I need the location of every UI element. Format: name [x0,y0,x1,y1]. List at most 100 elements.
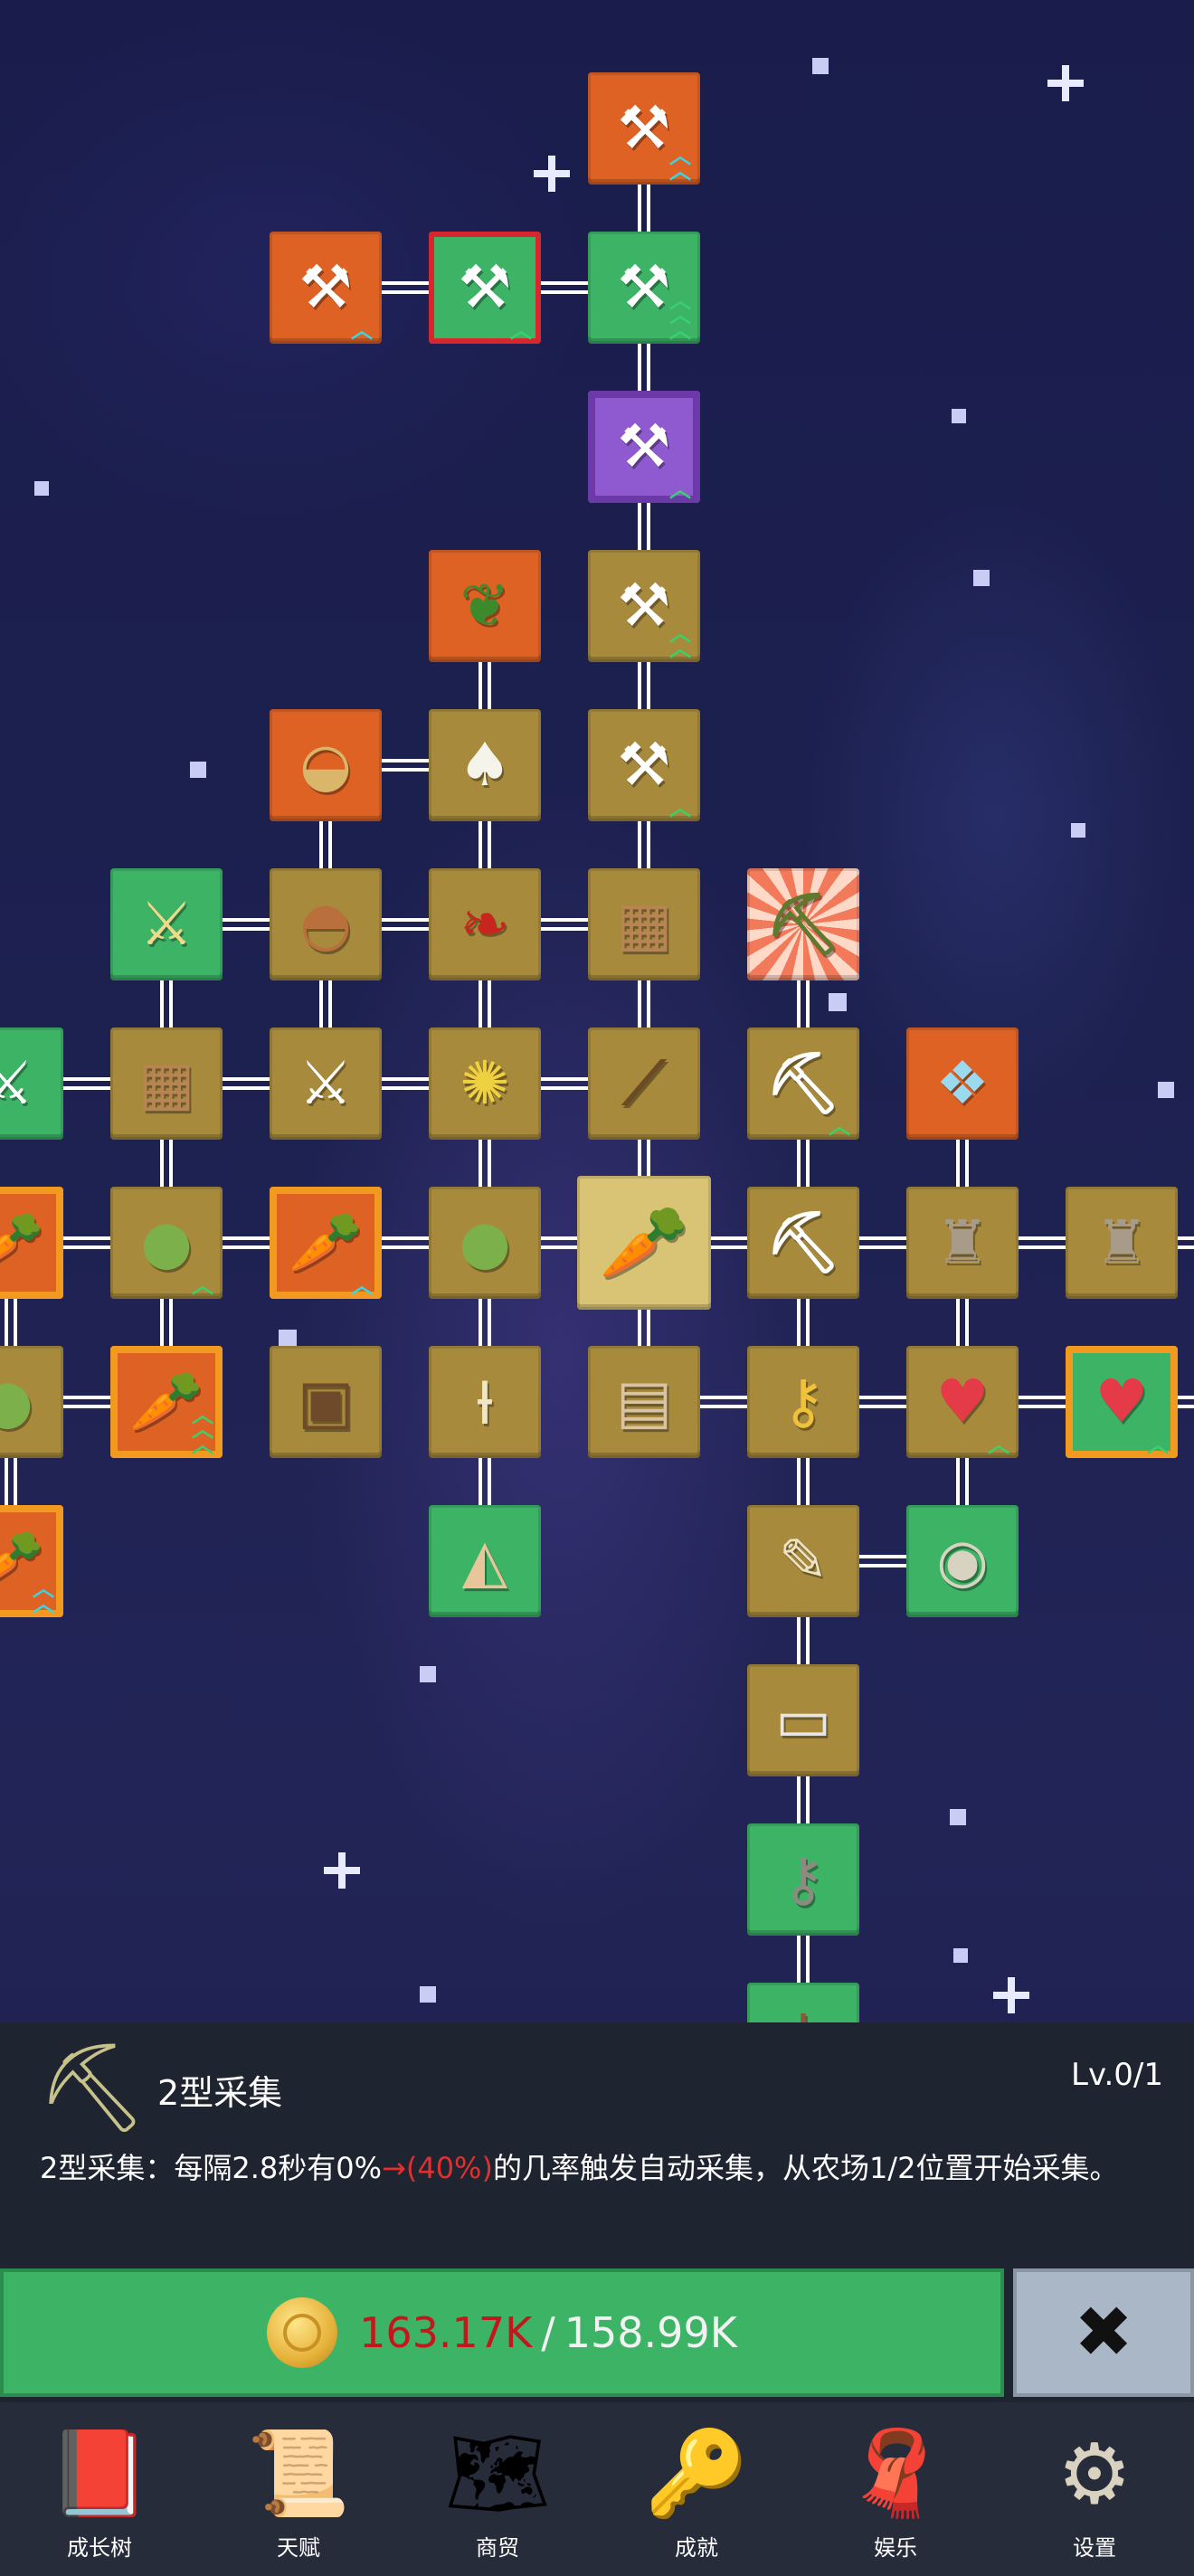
upgrade-cost: 163.17K [359,2308,533,2357]
skill-node-backpack[interactable]: ▦ [588,868,700,980]
skill-node-pizza[interactable]: ◭ [429,1505,541,1617]
connector [60,1077,114,1090]
close-x-icon: ✖ [1074,2292,1133,2373]
skill-node-fossil[interactable]: ◉ [906,1505,1019,1617]
skill-node-carrot-selected[interactable]: 🥕 [577,1176,711,1310]
fishing-rod-icon: ⟋ [622,1048,666,1118]
tab-talent[interactable]: 📜 天赋 [199,2402,398,2576]
chili-icon: ❧ [460,889,510,959]
sword-icon: ⚔ [0,1048,34,1118]
chevron-up-icon: ︿ [351,317,373,344]
skill-node-cabbage[interactable]: ● [0,1346,63,1458]
connector [319,977,332,1035]
skill-node-shovel[interactable]: ⚒ ︿ [588,709,700,821]
skill-node-pickaxe[interactable]: ⛏ [747,1187,859,1299]
connector [160,977,173,1035]
connector [797,1454,810,1512]
skill-node-scroll[interactable]: ✎ [747,1505,859,1617]
leek-icon: ⟊ [477,1367,493,1436]
connector [1015,1396,1069,1408]
skill-node-backpack[interactable]: ▦ [110,1028,223,1140]
key-icon: ⚷ [781,1844,826,1914]
connector [479,658,491,716]
connector [5,1295,17,1353]
skill-node-carrot[interactable]: 🥕 ︿ ︿ [0,1505,63,1617]
skill-node-bowl[interactable]: ◓ [270,868,382,980]
skill-node-cabbage[interactable]: ● ︿ [110,1187,223,1299]
connector [479,1454,491,1512]
connector [696,1396,747,1408]
skill-node-heart[interactable]: ♥ ︿ [906,1346,1019,1458]
skill-node-chili[interactable]: ❧ [429,868,541,980]
skill-node-leek[interactable]: ⟊ [429,1346,541,1458]
skill-node-heart[interactable]: ♥ ︿ [1066,1346,1178,1458]
tab-label: 天赋 [277,2535,320,2561]
sword-icon: ⚔ [139,889,194,959]
skill-node-shovel[interactable]: ⚒ ︿ ︿ [588,550,700,662]
tab-entertainment[interactable]: 🧣 娱乐 [796,2402,995,2576]
shovel-icon: ⚒ [617,252,671,322]
connector [638,977,650,1035]
tab-settings[interactable]: ⚙ 设置 [995,2402,1194,2576]
skill-node-golden-key[interactable]: ⚷ [747,1346,859,1458]
skill-node-corn[interactable]: ✺ [429,1028,541,1140]
skill-node-shovel[interactable]: ⚒ ︿ [270,232,382,344]
skill-node-statue[interactable]: ♜ [906,1187,1019,1299]
skill-node-sword[interactable]: ⚔ [110,868,223,980]
skill-node-statue[interactable]: ♜ [1066,1187,1178,1299]
description-text: 的几率触发自动采集，从农场1/2位置开始采集。 [492,2151,1119,2185]
tab-growth-tree[interactable]: 📕 成长树 [0,2402,199,2576]
connector [378,1236,432,1249]
treasure-chest-icon: ▣ [297,1367,355,1436]
skill-node-map[interactable]: ▤ [588,1346,700,1458]
tab-achievements[interactable]: 🔑 成就 [597,2402,796,2576]
skill-node-cabbage[interactable]: ● [429,1187,541,1299]
skill-node-carrot[interactable]: 🥕 ︿ ︿ ︿ [110,1346,223,1458]
skill-node-treasure-chest[interactable]: ▣ [270,1346,382,1458]
scroll-icon: ✎ [778,1526,829,1596]
skill-node-shovel[interactable]: ⚒ ︿ ︿ [588,72,700,185]
skill-node-key[interactable]: ⚷ [747,1823,859,1936]
sparkle-star [534,156,570,192]
description-text: 2型采集：每隔2.8秒有0% [40,2151,383,2185]
skill-node-carrot[interactable]: 🥕 [0,1187,63,1299]
skill-node-crystal[interactable]: ❖ [906,1028,1019,1140]
heart-icon: ♥ [935,1367,990,1436]
connector [856,1236,910,1249]
star [279,1330,297,1348]
connector [856,1555,910,1567]
skill-node-shovel[interactable]: ⚒ ︿ [588,391,700,503]
skill-node-pickaxe[interactable]: ⛏ ︿ [747,1028,859,1140]
skill-node-sword[interactable]: ⚔ [270,1028,382,1140]
sparkle-star [1047,65,1084,101]
skill-node-sword[interactable]: ⚔ [0,1028,63,1140]
skill-node-soup-bowl[interactable]: ◒ [270,709,382,821]
skill-node-carrot[interactable]: 🥕 ︿ [270,1187,382,1299]
fossil-icon: ◉ [936,1526,989,1596]
upgrade-button[interactable]: 163.17K / 158.99K [0,2268,1004,2397]
tab-trade[interactable]: 🗺 商贸 [398,2402,597,2576]
golden-key-icon: ⚷ [781,1367,826,1436]
shovel-icon: ⚒ [617,571,671,640]
skill-node-fishing-rod[interactable]: ⟋ [588,1028,700,1140]
skill-node-radish[interactable]: ♠ [429,709,541,821]
connector [537,281,592,294]
skill-node-shovel[interactable]: ⚒ ︿ [429,232,541,344]
chevron-up-icon: ︿ [669,795,691,821]
close-button[interactable]: ✖ [1013,2268,1194,2397]
connector [378,918,432,931]
connector [219,1236,273,1249]
connector [479,1136,491,1194]
skill-node-shovel[interactable]: ⚒ ︿ ︿ ︿ [588,232,700,344]
corn-icon: ✺ [460,1048,510,1118]
skill-node-pickaxe[interactable]: ⛏ [747,868,859,980]
chevron-up-icon: ︿ [510,317,532,344]
star [953,1948,968,1963]
chevron-up-icon: ︿ [1147,1432,1169,1458]
radish-icon: ♠ [458,730,512,800]
connector [537,918,592,931]
skill-node-cassette[interactable]: ▭ [747,1664,859,1776]
description-highlight: →(40%) [382,2151,493,2185]
connector [5,1454,17,1512]
skill-node-bell-pepper[interactable]: ❦ [429,550,541,662]
